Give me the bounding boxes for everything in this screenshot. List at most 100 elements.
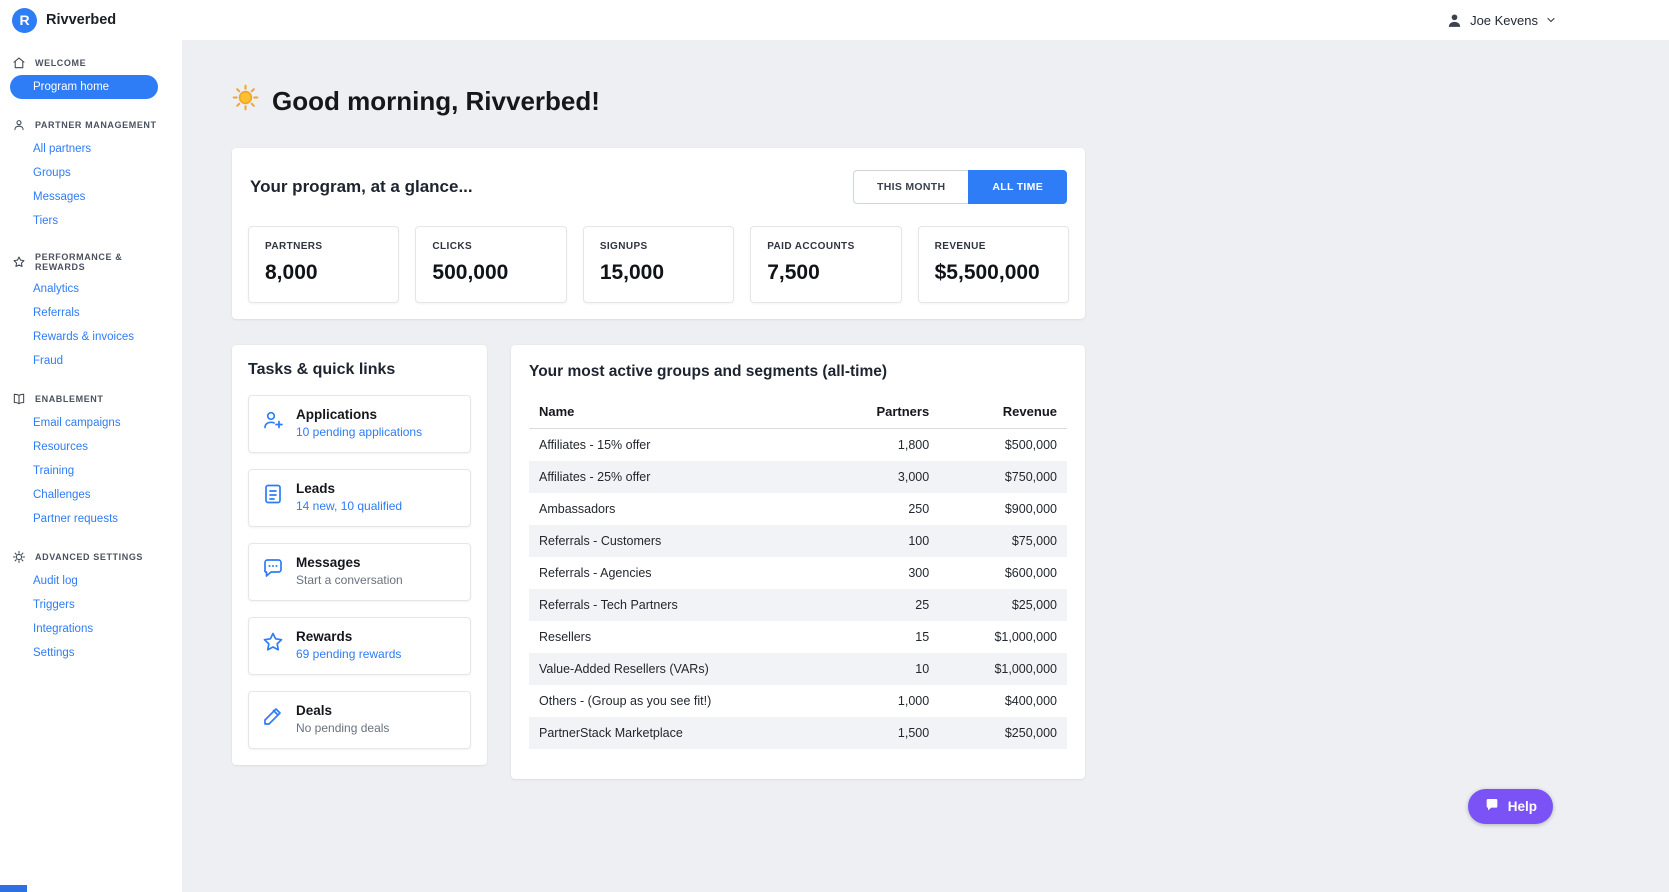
sidebar-item-referrals[interactable]: Referrals <box>0 301 182 325</box>
book-icon <box>12 392 26 406</box>
cell-partners: 3,000 <box>897 470 930 484</box>
star-icon <box>261 630 285 654</box>
sidebar-item-challenges[interactable]: Challenges <box>0 483 182 507</box>
tasks-card: Tasks & quick links Applications 10 pend… <box>232 345 487 765</box>
sidebar-item-triggers[interactable]: Triggers <box>0 593 182 617</box>
user-name: Joe Kevens <box>1470 12 1538 28</box>
stat-card-signups: SIGNUPS 15,000 <box>582 226 735 303</box>
main-content: Good morning, Rivverbed! Your program, a… <box>182 40 1669 892</box>
table-row[interactable]: Referrals - Agencies 300 $600,000 <box>529 557 1067 589</box>
cell-revenue: $75,000 <box>1011 534 1057 548</box>
sidebar-item-analytics[interactable]: Analytics <box>0 277 182 301</box>
nav-section-performance-rewards: PERFORMANCE & REWARDS Analytics Referral… <box>0 246 182 373</box>
person-add-icon <box>261 408 285 432</box>
task-rewards[interactable]: Rewards 69 pending rewards <box>248 617 471 675</box>
stat-label: REVENUE <box>934 241 986 252</box>
sidebar-item-fraud[interactable]: Fraud <box>0 349 182 373</box>
stat-value: 7,500 <box>767 261 820 284</box>
brand-logo[interactable]: R <box>12 7 37 33</box>
stat-card-clicks: CLICKS 500,000 <box>415 226 567 303</box>
nav-section-header: WELCOME <box>0 50 182 75</box>
cell-partners: 1,000 <box>897 694 930 708</box>
stat-value: $5,500,000 <box>934 261 1040 284</box>
table-row[interactable]: PartnerStack Marketplace 1,500 $250,000 <box>529 717 1067 749</box>
topbar: R Rivverbed Joe Kevens <box>0 0 1669 40</box>
glance-card: Your program, at a glance... THIS MONTH … <box>232 148 1085 319</box>
all-time-button[interactable]: ALL TIME <box>968 170 1067 204</box>
cell-name: Value-Added Resellers (VARs) <box>539 662 709 676</box>
cell-revenue: $750,000 <box>1004 470 1057 484</box>
task-applications[interactable]: Applications 10 pending applications <box>248 395 471 453</box>
sidebar-item-groups[interactable]: Groups <box>0 161 182 185</box>
column-header-partners: Partners <box>826 395 940 429</box>
cell-revenue: $250,000 <box>1004 726 1057 740</box>
sidebar-item-settings[interactable]: Settings <box>0 641 182 665</box>
stat-value: 8,000 <box>265 261 318 284</box>
sidebar-item-rewards-invoices[interactable]: Rewards & invoices <box>0 325 182 349</box>
chat-icon <box>261 556 285 580</box>
sidebar-item-program-home[interactable]: Program home <box>10 75 158 99</box>
cell-partners: 100 <box>908 534 930 548</box>
user-menu[interactable]: Joe Kevens <box>1446 12 1557 29</box>
sun-icon <box>232 84 259 118</box>
cell-name: Ambassadors <box>539 502 616 516</box>
sidebar-item-resources[interactable]: Resources <box>0 435 182 459</box>
nav-section-label: ENABLEMENT <box>35 394 104 404</box>
nav-section-label: PARTNER MANAGEMENT <box>35 120 157 130</box>
help-chat-icon <box>1484 797 1500 816</box>
nav-section-partner-management: PARTNER MANAGEMENT All partners Groups M… <box>0 112 182 233</box>
sidebar-item-tiers[interactable]: Tiers <box>0 209 182 233</box>
task-subtitle: 69 pending rewards <box>296 647 402 661</box>
sidebar-item-email-campaigns[interactable]: Email campaigns <box>0 411 182 435</box>
stat-value: 15,000 <box>599 261 665 284</box>
task-title: Deals <box>296 703 333 718</box>
task-deals[interactable]: Deals No pending deals <box>248 691 471 749</box>
table-row[interactable]: Referrals - Tech Partners 25 $25,000 <box>529 589 1067 621</box>
pencil-icon <box>261 704 285 728</box>
nav-section-label: ADVANCED SETTINGS <box>35 552 144 562</box>
nav-section-header: PARTNER MANAGEMENT <box>0 112 182 137</box>
table-row[interactable]: Value-Added Resellers (VARs) 10 $1,000,0… <box>529 653 1067 685</box>
glance-title: Your program, at a glance... <box>250 177 473 196</box>
user-icon <box>1446 12 1463 29</box>
cell-partners: 15 <box>915 630 930 644</box>
cell-revenue: $400,000 <box>1004 694 1057 708</box>
this-month-button[interactable]: THIS MONTH <box>853 170 969 204</box>
table-row[interactable]: Resellers 15 $1,000,000 <box>529 621 1067 653</box>
help-button[interactable]: Help <box>1467 789 1553 824</box>
task-subtitle: No pending deals <box>296 721 390 735</box>
nav-section-header: ENABLEMENT <box>0 386 182 411</box>
sidebar-item-integrations[interactable]: Integrations <box>0 617 182 641</box>
cell-partners: 25 <box>915 598 930 612</box>
sidebar-item-audit-log[interactable]: Audit log <box>0 569 182 593</box>
sidebar-item-partner-requests[interactable]: Partner requests <box>0 507 182 531</box>
nav-section-advanced-settings: ADVANCED SETTINGS Audit log Triggers Int… <box>0 544 182 665</box>
nav-section-welcome: WELCOME Program home <box>0 50 182 99</box>
cell-name: Resellers <box>539 630 592 644</box>
stat-label: PAID ACCOUNTS <box>767 241 855 252</box>
groups-card: Your most active groups and segments (al… <box>511 345 1085 779</box>
column-header-name: Name <box>529 395 827 429</box>
table-row[interactable]: Affiliates - 25% offer 3,000 $750,000 <box>529 461 1067 493</box>
nav-section-enablement: ENABLEMENT Email campaigns Resources Tra… <box>0 386 182 531</box>
cell-revenue: $25,000 <box>1011 598 1057 612</box>
gear-icon <box>12 550 26 564</box>
help-label: Help <box>1507 799 1537 814</box>
star-icon <box>12 255 26 269</box>
task-title: Leads <box>296 481 336 496</box>
stat-card-paid-accounts: PAID ACCOUNTS 7,500 <box>750 226 902 303</box>
task-messages[interactable]: Messages Start a conversation <box>248 543 471 601</box>
table-row[interactable]: Ambassadors 250 $900,000 <box>529 493 1067 525</box>
document-icon <box>261 482 285 506</box>
cell-partners: 1,800 <box>897 438 930 452</box>
task-leads[interactable]: Leads 14 new, 10 qualified <box>248 469 471 527</box>
table-row[interactable]: Referrals - Customers 100 $75,000 <box>529 525 1067 557</box>
table-row[interactable]: Affiliates - 15% offer 1,800 $500,000 <box>529 429 1067 462</box>
task-title: Rewards <box>296 629 353 644</box>
page-title: Good morning, Rivverbed! <box>232 84 1669 118</box>
sidebar-item-all-partners[interactable]: All partners <box>0 137 182 161</box>
table-row[interactable]: Others - (Group as you see fit!) 1,000 $… <box>529 685 1067 717</box>
stat-label: SIGNUPS <box>599 241 648 252</box>
sidebar-item-training[interactable]: Training <box>0 459 182 483</box>
sidebar-item-messages[interactable]: Messages <box>0 185 182 209</box>
